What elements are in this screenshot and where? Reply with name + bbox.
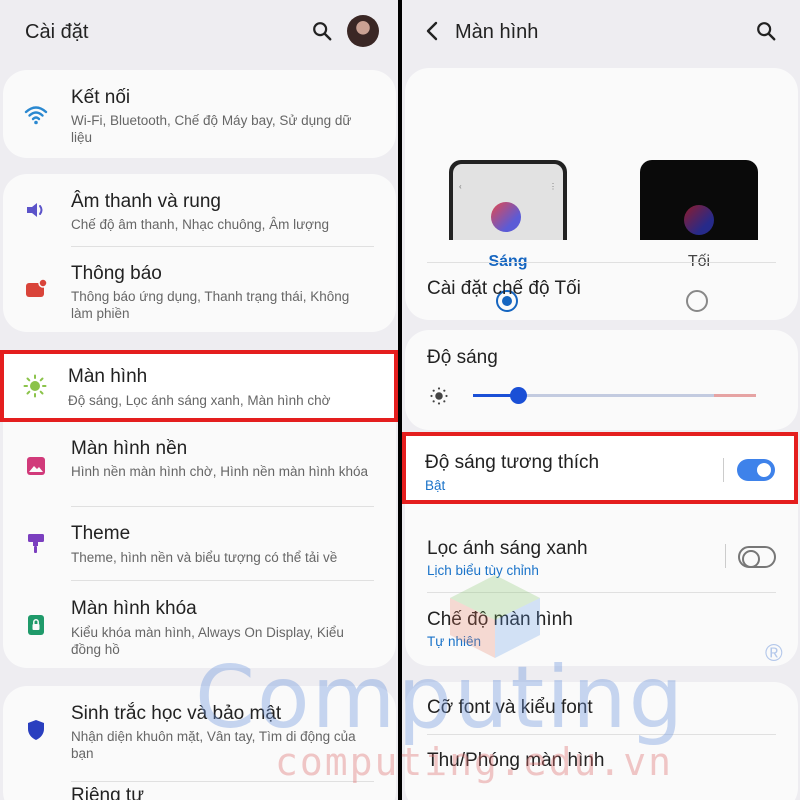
settings-item-display[interactable]: Màn hình Độ sáng, Lọc ánh sáng xanh, Màn… <box>0 350 398 422</box>
item-subtitle: Chế độ âm thanh, Nhạc chuông, Âm lượng <box>71 217 330 232</box>
item-title: Sinh trắc học và bảo mật <box>71 703 282 724</box>
blue-light-status: Lịch biểu tùy chỉnh <box>427 563 539 578</box>
item-title: Theme <box>71 523 131 544</box>
item-subtitle: Độ sáng, Lọc ánh sáng xanh, Màn hình chờ <box>68 393 331 408</box>
security-card: Sinh trắc học và bảo mật Nhận diện khuôn… <box>3 686 396 800</box>
preview-back-icon: ‹ <box>459 182 462 191</box>
brightness-card: Độ sáng <box>405 330 798 430</box>
font-zoom-card: Cỡ font và kiểu font Thu/Phóng màn hình <box>405 682 798 800</box>
search-icon[interactable] <box>311 20 333 42</box>
settings-item-sound[interactable]: Âm thanh và rung Chế độ âm thanh, Nhạc c… <box>3 174 396 246</box>
item-title: Màn hình nền <box>71 438 188 459</box>
blue-light-toggle[interactable] <box>738 546 776 568</box>
font-size-style-label: Cỡ font và kiểu font <box>427 697 593 718</box>
slider-end-segment <box>714 394 756 397</box>
item-subtitle: Theme, hình nền và biểu tượng có thể tải… <box>71 550 338 565</box>
item-subtitle: Wi-Fi, Bluetooth, Chế độ Máy bay, Sử dụn… <box>71 113 352 145</box>
display-panel: Màn hình ‹ ⋮ Sáng Tối Cài đặt chế độ Tối… <box>402 0 800 800</box>
display-header: Màn hình <box>402 0 800 66</box>
item-title: Màn hình khóa <box>71 598 197 619</box>
divider <box>723 458 724 482</box>
brightness-icon <box>23 374 47 398</box>
brightness-label: Độ sáng <box>427 347 498 368</box>
dark-mode-preview[interactable] <box>640 160 758 240</box>
item-title: Âm thanh và rung <box>71 191 221 212</box>
avatar[interactable] <box>347 15 379 47</box>
item-title: Màn hình <box>68 366 148 387</box>
item-title: Riêng tư <box>71 785 144 800</box>
dark-mode-settings[interactable]: Cài đặt chế độ Tối <box>427 278 581 300</box>
item-subtitle: Thông báo ứng dụng, Thanh trạng thái, Kh… <box>71 289 350 321</box>
divider <box>427 262 776 263</box>
page-title: Màn hình <box>455 21 539 43</box>
settings-item-notifications[interactable]: Thông báo Thông báo ứng dụng, Thanh trạn… <box>3 247 396 332</box>
item-subtitle: Hình nền màn hình chờ, Hình nền màn hình… <box>71 464 369 479</box>
settings-item-connections[interactable]: Kết nối Wi-Fi, Bluetooth, Chế độ Máy bay… <box>3 70 396 158</box>
lock-screen-icon <box>28 615 44 635</box>
wifi-icon <box>24 106 48 125</box>
dark-mode-radio[interactable] <box>686 290 708 312</box>
screen-mode-value: Tự nhiên <box>427 634 482 649</box>
brightness-slider[interactable] <box>473 387 756 404</box>
screen-mode-row[interactable]: Chế độ màn hình Tự nhiên <box>405 593 798 666</box>
preview-orb <box>684 205 714 235</box>
back-arrow-icon[interactable] <box>424 20 440 42</box>
sound-card: Âm thanh và rung Chế độ âm thanh, Nhạc c… <box>3 174 396 332</box>
connections-card: Kết nối Wi-Fi, Bluetooth, Chế độ Máy bay… <box>3 70 396 158</box>
settings-panel: Cài đặt Kết nối Wi-Fi, Bluetooth, Chế độ… <box>0 0 398 800</box>
theme-mode-card: ‹ ⋮ Sáng Tối Cài đặt chế độ Tối <box>405 68 798 320</box>
settings-header: Cài đặt <box>0 0 398 66</box>
notification-icon <box>26 278 48 297</box>
preview-more-icon: ⋮ <box>549 182 557 191</box>
display-options-card: Lọc ánh sáng xanh Lịch biểu tùy chỉnh Ch… <box>405 504 798 666</box>
settings-item-theme[interactable]: Theme Theme, hình nền và biểu tượng có t… <box>3 507 396 580</box>
settings-item-biometrics[interactable]: Sinh trắc học và bảo mật Nhận diện khuôn… <box>3 686 396 781</box>
item-subtitle: Nhận diện khuôn mặt, Vân tay, Tìm di độn… <box>71 729 356 761</box>
adaptive-brightness-toggle[interactable] <box>737 459 775 481</box>
blue-light-filter-row[interactable]: Lọc ánh sáng xanh Lịch biểu tùy chỉnh <box>405 504 798 584</box>
page-title: Cài đặt <box>25 21 89 43</box>
display-group-card: Màn hình nền Hình nền màn hình chờ, Hình… <box>3 422 396 668</box>
adaptive-brightness-row[interactable]: Độ sáng tương thích Bật <box>402 432 798 504</box>
settings-item-wallpaper[interactable]: Màn hình nền Hình nền màn hình chờ, Hình… <box>3 422 396 506</box>
item-subtitle: Kiểu khóa màn hình, Always On Display, K… <box>71 625 344 657</box>
screen-zoom-row[interactable]: Thu/Phóng màn hình <box>405 735 798 787</box>
settings-item-lock-screen[interactable]: Màn hình khóa Kiểu khóa màn hình, Always… <box>3 581 396 668</box>
settings-item-privacy[interactable]: Riêng tư <box>3 782 396 800</box>
preview-orb <box>491 202 521 232</box>
wallpaper-icon <box>27 457 45 475</box>
brightness-low-icon <box>430 387 448 405</box>
search-icon[interactable] <box>755 20 777 42</box>
item-title: Thông báo <box>71 263 162 284</box>
divider <box>725 544 726 568</box>
theme-brush-icon <box>28 534 44 553</box>
blue-light-label: Lọc ánh sáng xanh <box>427 538 588 559</box>
screen-mode-label: Chế độ màn hình <box>427 609 573 630</box>
item-title: Kết nối <box>71 87 131 108</box>
font-size-style-row[interactable]: Cỡ font và kiểu font <box>405 682 798 734</box>
adaptive-brightness-status: Bật <box>425 478 446 493</box>
screen-zoom-label: Thu/Phóng màn hình <box>427 750 605 771</box>
shield-icon <box>28 720 44 740</box>
volume-icon <box>27 203 43 217</box>
light-mode-preview[interactable]: ‹ ⋮ <box>449 160 567 240</box>
adaptive-brightness-label: Độ sáng tương thích <box>425 452 600 473</box>
